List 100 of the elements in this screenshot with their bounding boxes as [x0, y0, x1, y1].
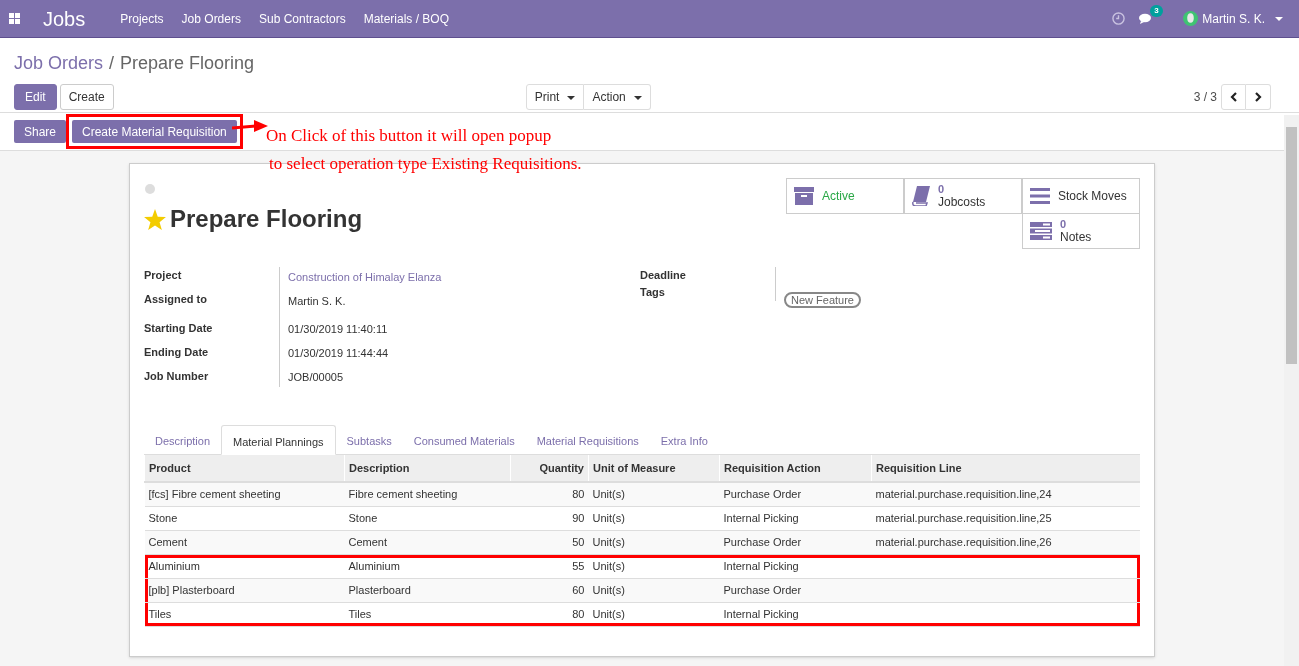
previous-button[interactable] [1221, 84, 1246, 110]
breadcrumb-link[interactable]: Job Orders [14, 50, 104, 77]
edit-button[interactable]: Edit [14, 84, 57, 110]
smart-button[interactable]: Stock Moves [1022, 178, 1140, 214]
table-cell: Unit(s) [592, 511, 625, 524]
table-cell: Purchase Order [723, 535, 802, 548]
table-cell: Internal Picking [723, 607, 799, 620]
message-count-badge: 3 [1150, 4, 1163, 17]
table-cell: 80 [572, 488, 585, 500]
smart-button-label: Active [822, 189, 855, 203]
column-header[interactable]: Requisition Action [719, 455, 872, 482]
table-cell: Aluminium [348, 559, 400, 572]
pager-counter: 3 / 3 [1193, 89, 1217, 106]
field-value: 01/30/2019 11:44:44 [279, 339, 640, 363]
smart-button[interactable]: 0 Jobcosts [904, 178, 1022, 214]
chat-icon[interactable] [1139, 12, 1154, 25]
smart-button-label: Stock Moves [1058, 189, 1127, 203]
table-cell: 60 [572, 583, 585, 596]
table-cell: 55 [572, 559, 585, 572]
table-cell: 90 [572, 511, 585, 524]
table-cell: Unit(s) [592, 535, 625, 548]
menu-item[interactable]: Job Orders [181, 9, 241, 28]
table-cell: Unit(s) [592, 488, 625, 500]
action-dropdown[interactable]: Action [584, 84, 651, 110]
book-icon [912, 186, 930, 206]
tab[interactable]: Material Plannings [221, 425, 336, 455]
tab[interactable]: Material Requisitions [525, 425, 650, 454]
menu-item[interactable]: Materials / BOQ [363, 9, 450, 28]
list-icon [1030, 188, 1050, 204]
column-header[interactable]: Quantity [510, 455, 589, 482]
table-cell: Tiles [348, 607, 372, 620]
field-label: Ending Date [144, 345, 210, 360]
next-button[interactable] [1246, 84, 1271, 110]
table-cell: 80 [572, 607, 585, 620]
column-header[interactable]: Requisition Line [871, 455, 1140, 482]
smart-button[interactable]: 0 Notes [1022, 213, 1140, 249]
clock-icon[interactable] [1112, 12, 1126, 25]
table-cell: material.purchase.requisition.line,25 [875, 511, 1052, 524]
tab[interactable]: Extra Info [649, 425, 719, 454]
field-label: Tags [640, 285, 666, 300]
caret-icon [633, 95, 642, 100]
caret-icon [1275, 16, 1283, 21]
smart-button-label: Notes [1060, 231, 1092, 244]
record-title: Prepare Flooring [170, 204, 363, 234]
column-header[interactable]: Product [144, 455, 345, 482]
table-cell: Unit(s) [592, 559, 625, 572]
table-cell: material.purchase.requisition.line,26 [875, 535, 1052, 548]
tab[interactable]: Subtasks [335, 425, 403, 454]
tab[interactable]: Consumed Materials [402, 425, 526, 454]
star-icon[interactable] [144, 208, 166, 230]
column-header[interactable]: Description [344, 455, 511, 482]
table-cell: Fibre cement sheeting [348, 488, 458, 500]
table-cell: Plasterboard [348, 583, 411, 596]
header-button[interactable]: Share [14, 120, 67, 143]
chevron-right-icon [1254, 92, 1262, 102]
menu-item[interactable]: Projects [120, 9, 164, 28]
field-label: Job Number [144, 369, 210, 384]
caret-icon [567, 95, 576, 100]
chevron-left-icon [1229, 92, 1238, 102]
header-button[interactable]: Create Material Requisition [72, 120, 237, 143]
table-cell: Unit(s) [592, 583, 625, 596]
table-cell: Internal Picking [723, 511, 799, 524]
annotation-text: On Click of this button it will open popup [266, 125, 552, 147]
table-cell: Unit(s) [592, 607, 625, 620]
app-title: Jobs [43, 6, 86, 32]
apps-grid-icon[interactable] [9, 13, 20, 24]
table-cell: [fcs] Fibre cement sheeting [148, 488, 281, 500]
field-label: Assigned to [144, 292, 208, 307]
breadcrumb-separator: / [109, 52, 115, 75]
field-value: Martin S. K. [279, 291, 640, 315]
breadcrumb-current: Prepare Flooring [120, 52, 255, 75]
table-cell: Aluminium [148, 559, 200, 572]
table-cell: Tiles [148, 607, 172, 620]
table-cell: material.purchase.requisition.line,24 [875, 488, 1052, 500]
avatar-icon [1183, 11, 1199, 26]
annotation-text: to select operation type Existing Requisitions. [269, 153, 582, 175]
field-label: Project [144, 268, 183, 283]
table-cell: Purchase Order [723, 583, 802, 596]
table-cell: Stone [148, 511, 178, 524]
create-button[interactable]: Create [59, 84, 114, 110]
smart-button[interactable]: Active [786, 178, 904, 214]
user-menu[interactable]: Martin S. K. [1202, 9, 1265, 28]
menu-item[interactable]: Sub Contractors [258, 9, 346, 28]
table-cell: Stone [348, 511, 378, 524]
table-cell: Purchase Order [723, 488, 802, 500]
print-dropdown[interactable]: Print [525, 84, 585, 110]
field-label: Deadline [640, 268, 687, 283]
field-value: JOB/00005 [279, 363, 640, 387]
count-label: 0 [938, 183, 946, 196]
field-value: 01/30/2019 11:40:11 [279, 315, 640, 339]
tag: New Feature [784, 292, 861, 308]
smart-button-label: Jobcosts [938, 196, 986, 209]
table-cell: 50 [572, 535, 585, 548]
field-value[interactable]: Construction of Himalay Elanza [279, 267, 640, 291]
table-cell: Internal Picking [723, 559, 799, 572]
tasks-icon [1030, 222, 1052, 240]
column-header[interactable]: Unit of Measure [588, 455, 720, 482]
tab[interactable]: Description [144, 425, 222, 454]
archive-icon [794, 187, 814, 205]
field-label: Starting Date [144, 321, 214, 336]
